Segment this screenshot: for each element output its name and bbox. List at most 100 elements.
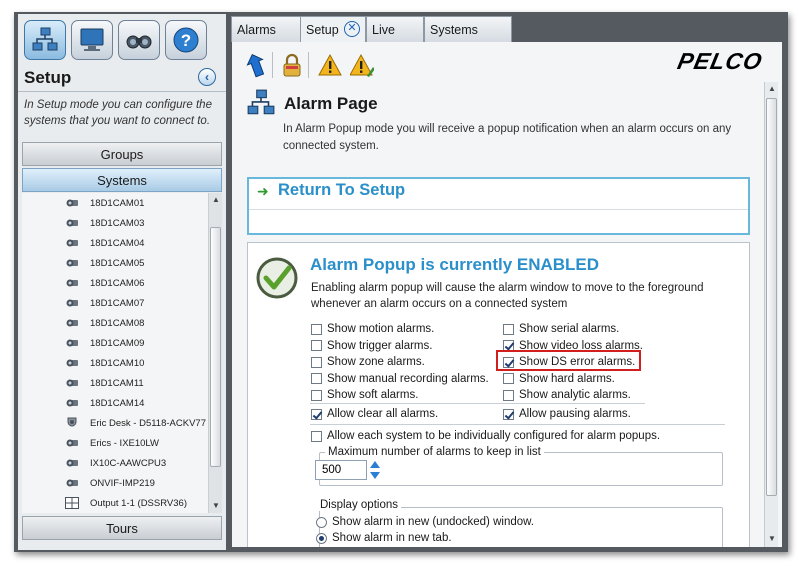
allow-clear-checkbox[interactable]: Allow clear all alarms. [311, 407, 438, 421]
groups-section-button[interactable]: Groups [22, 142, 222, 166]
alarm-option-checkbox[interactable]: Show manual recording alarms. [311, 372, 489, 386]
dome-camera-icon [64, 417, 80, 429]
list-item[interactable]: 18D1CAM06 [22, 273, 208, 293]
scroll-thumb[interactable] [210, 227, 221, 467]
alarm-option-checkbox[interactable]: Show zone alarms. [311, 355, 425, 369]
camera-icon [64, 357, 80, 369]
list-item[interactable]: 18D1CAM14 [22, 393, 208, 413]
systems-section-button[interactable]: Systems [22, 168, 222, 192]
checkbox-box[interactable] [503, 389, 514, 401]
lock-icon [283, 53, 301, 77]
lock-button[interactable] [280, 52, 304, 78]
checkbox-box[interactable] [311, 340, 322, 351]
systems-list-scrollbar[interactable]: ▲ ▼ [208, 193, 222, 513]
radio-dot[interactable] [316, 516, 327, 528]
list-item-label: 18D1CAM06 [90, 277, 145, 289]
checkbox-box[interactable] [311, 323, 322, 335]
monitor-button[interactable] [71, 20, 113, 60]
allow-pausing-checkbox[interactable]: Allow pausing alarms. [503, 407, 631, 421]
list-item[interactable]: 18D1CAM11 [22, 373, 208, 393]
left-panel: ? Setup ‹ In Setup mode you can configur… [18, 14, 226, 550]
tab-systems[interactable]: Systems [424, 16, 512, 42]
enabled-check-icon [256, 257, 298, 299]
checkbox-box[interactable] [311, 389, 322, 401]
max-alarms-label: Maximum number of alarms to keep in list [325, 446, 544, 458]
tours-section-button[interactable]: Tours [22, 516, 222, 540]
collapse-panel-button[interactable]: ‹ [198, 68, 216, 86]
network-button[interactable] [24, 20, 66, 60]
warning-edit-icon [349, 53, 375, 77]
radio-dot[interactable] [316, 532, 327, 544]
scroll-up-icon[interactable]: ▲ [765, 82, 779, 96]
list-item[interactable]: 18D1CAM08 [22, 313, 208, 333]
alarm-option-checkbox[interactable]: Show hard alarms. [503, 372, 615, 386]
checkbox-box[interactable] [311, 408, 322, 420]
tab-alarms[interactable]: Alarms [231, 16, 301, 42]
warning-button[interactable] [318, 52, 342, 78]
divider [310, 424, 725, 425]
list-item[interactable]: 18D1CAM09 [22, 333, 208, 353]
display-option-tab-radio[interactable]: Show alarm in new tab. [316, 531, 452, 545]
alarm-option-checkbox[interactable]: Show soft alarms. [311, 388, 418, 402]
list-item[interactable]: ONVIF-IMP219 [22, 473, 208, 493]
return-to-setup-link[interactable]: Return To Setup [278, 181, 405, 200]
list-item[interactable]: Output 1-1 (DSSRV36) [22, 493, 208, 513]
checkbox-box[interactable] [311, 356, 322, 368]
warning-icon [318, 53, 342, 76]
alarm-option-checkbox[interactable]: Show serial alarms. [503, 322, 619, 336]
divider [310, 403, 645, 404]
list-item[interactable]: Erics - IXE10LW [22, 433, 208, 453]
alarm-option-checkbox[interactable]: Show motion alarms. [311, 322, 434, 336]
list-item[interactable]: 18D1CAM07 [22, 293, 208, 313]
scroll-up-icon[interactable]: ▲ [209, 193, 223, 207]
scroll-down-icon[interactable]: ▼ [209, 499, 223, 513]
close-tab-icon[interactable]: ✕ [344, 21, 360, 37]
panel-title: Setup [24, 68, 72, 87]
content-scrollbar[interactable]: ▲ ▼ [764, 82, 778, 547]
highlight-annotation [496, 350, 641, 371]
max-alarms-input[interactable] [315, 460, 367, 480]
alarm-popup-panel: Alarm Popup is currently ENABLED Enablin… [247, 242, 750, 547]
binoculars-button[interactable] [118, 20, 160, 60]
list-item[interactable]: 18D1CAM05 [22, 253, 208, 273]
scroll-thumb[interactable] [766, 98, 777, 496]
list-item-label: 18D1CAM10 [90, 357, 145, 369]
radio-label: Show alarm in new tab. [332, 532, 452, 544]
checkbox-box[interactable] [503, 323, 514, 335]
display-options-label: Display options [317, 499, 401, 511]
alarm-option-checkbox[interactable]: Show analytic alarms. [503, 388, 631, 402]
list-item-label: 18D1CAM08 [90, 317, 145, 329]
tab-live[interactable]: Live [366, 16, 424, 42]
tab-label: Alarms [237, 23, 276, 37]
camera-icon [64, 197, 80, 209]
list-item[interactable]: 18D1CAM10 [22, 353, 208, 373]
warning-edit-button[interactable] [349, 52, 375, 78]
checkbox-box[interactable] [311, 373, 322, 384]
checkbox-box[interactable] [503, 408, 514, 420]
list-item[interactable]: 18D1CAM03 [22, 213, 208, 233]
scroll-down-icon[interactable]: ▼ [765, 532, 779, 546]
camera-icon [64, 217, 80, 229]
checkbox-label: Show serial alarms. [519, 323, 620, 335]
list-item[interactable]: 18D1CAM01 [22, 193, 208, 213]
spinner-arrows-icon[interactable] [369, 460, 381, 480]
checkbox-box[interactable] [311, 430, 322, 442]
return-to-setup-panel[interactable]: ➜ Return To Setup [247, 177, 750, 235]
allow-individual-checkbox[interactable]: Allow each system to be individually con… [311, 429, 660, 443]
checkbox-box[interactable] [503, 373, 514, 384]
help-button[interactable]: ? [165, 20, 207, 60]
page-title: Alarm Page [284, 94, 378, 113]
alarm-option-checkbox[interactable]: Show trigger alarms. [311, 339, 432, 353]
list-item[interactable]: IX10C-AAWCPU3 [22, 453, 208, 473]
list-item-label: 18D1CAM01 [90, 197, 145, 209]
camera-icon [64, 317, 80, 329]
tab-setup[interactable]: Setup ✕ [300, 16, 366, 42]
display-option-undocked-radio[interactable]: Show alarm in new (undocked) window. [316, 515, 534, 529]
toolbar-separator [308, 52, 309, 78]
checkbox-label: Allow pausing alarms. [519, 408, 631, 420]
back-button[interactable] [244, 52, 268, 78]
camera-icon [64, 477, 80, 489]
list-item[interactable]: Eric Desk - D5118-ACKV77 [22, 413, 208, 433]
grid-icon [64, 497, 80, 509]
list-item[interactable]: 18D1CAM04 [22, 233, 208, 253]
